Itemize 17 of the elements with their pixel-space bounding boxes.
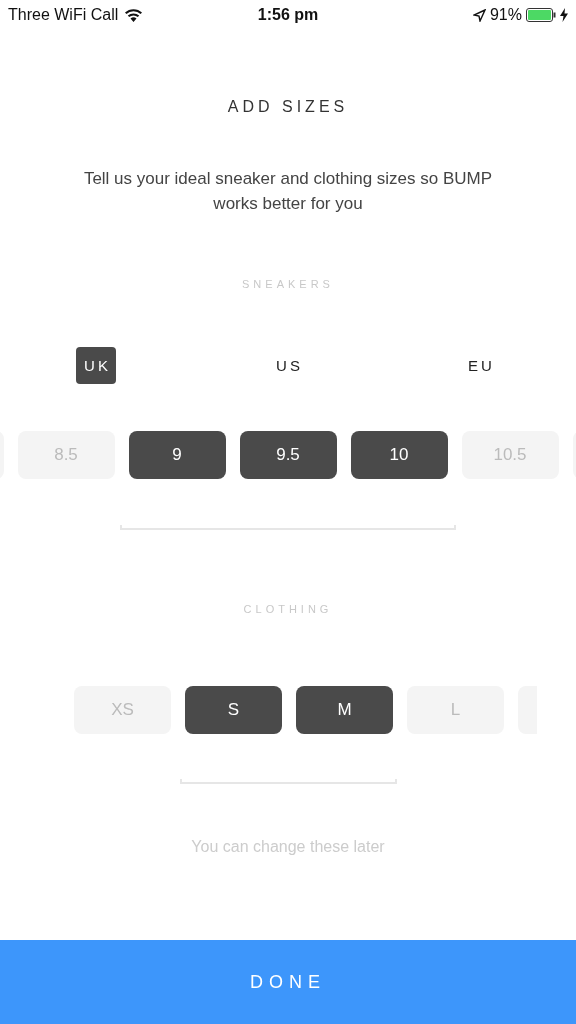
location-arrow-icon (472, 8, 486, 22)
size-chip[interactable]: M (296, 686, 393, 734)
unit-tab[interactable]: US (268, 347, 308, 384)
charging-bolt-icon (560, 8, 568, 22)
wifi-icon (124, 8, 144, 22)
size-chip[interactable]: 10 (350, 431, 448, 479)
size-chip[interactable]: 9.5 (239, 431, 337, 479)
status-time: 1:56 pm (257, 6, 319, 24)
size-chip[interactable]: S (185, 686, 282, 734)
size-chip[interactable]: 9 (128, 431, 226, 479)
battery-icon (526, 8, 556, 22)
page-title: ADD SIZES (226, 98, 350, 116)
battery-percent: 91% (489, 6, 522, 24)
carrier-name: Three WiFi Call (8, 6, 119, 24)
intro-text: Tell us your ideal sneaker and clothing sizes so BUMP works better for you (82, 168, 494, 215)
unit-tab[interactable]: EU (460, 347, 500, 384)
unit-tab[interactable]: UK (76, 347, 116, 384)
